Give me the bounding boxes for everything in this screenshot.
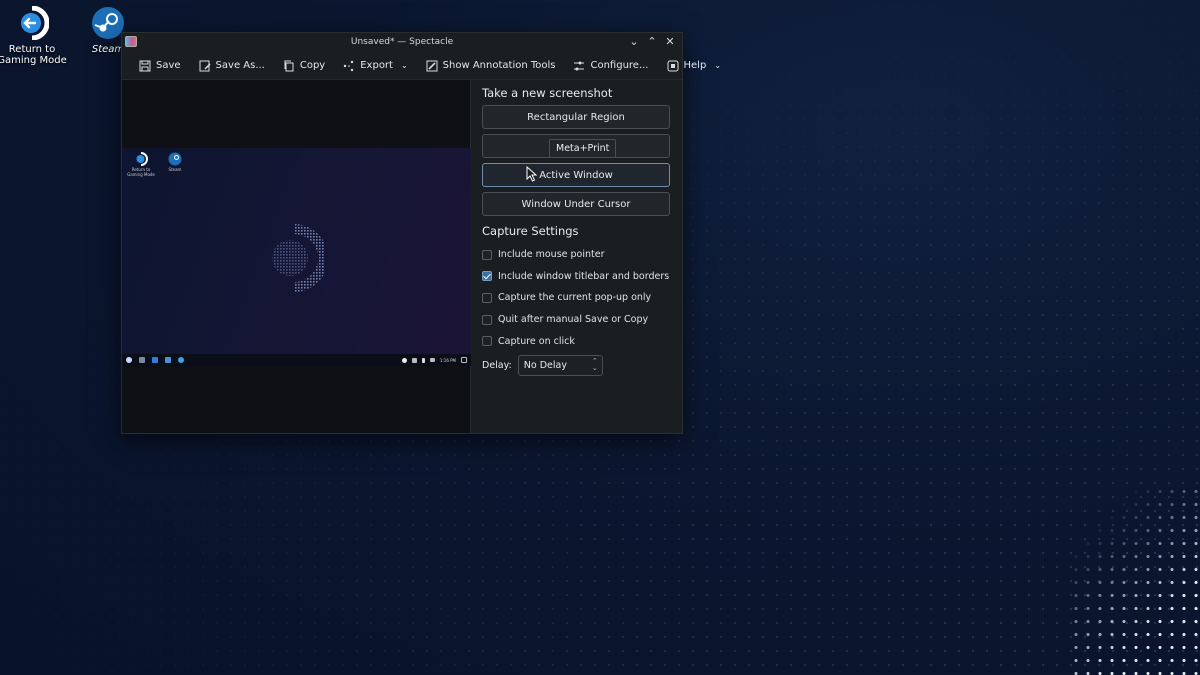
steam-icon (91, 6, 125, 40)
save-as-icon (199, 60, 211, 71)
steamdeck-logo-icon (272, 224, 324, 292)
mini-icon-label: Steam (168, 167, 182, 172)
mini-return-icon: Return to Gaming Mode (126, 152, 156, 177)
show-annotation-tools-button[interactable]: Show Annotation Tools (417, 54, 565, 78)
capture-on-click-checkbox[interactable]: Capture on click (482, 330, 671, 352)
checkbox-box[interactable] (482, 292, 492, 303)
configure-label: Configure... (590, 60, 649, 71)
desktop-icon-label-line1: Return to (8, 44, 56, 55)
checkbox-label: Quit after manual Save or Copy (498, 314, 649, 326)
screenshot-preview[interactable]: Return to Gaming Mode Steam 1:16 PM (122, 80, 471, 433)
configure-button[interactable]: Configure... (564, 54, 657, 78)
toolbar: Save Save As... Copy Export ⌄ Show Annot… (122, 52, 721, 80)
window-title: Unsaved* — Spectacle (350, 37, 454, 47)
window-titlebar[interactable]: Unsaved* — Spectacle ⌄ ⌃ ✕ (122, 33, 682, 52)
quit-after-save-checkbox[interactable]: Quit after manual Save or Copy (482, 309, 671, 331)
mouse-cursor-icon (526, 166, 538, 182)
maximize-button[interactable]: ⌃ (646, 35, 658, 48)
export-button[interactable]: Export ⌄ (334, 54, 416, 78)
checkbox-box-checked[interactable] (482, 271, 492, 282)
help-button[interactable]: Help ⌄ (658, 54, 731, 78)
annotate-label: Show Annotation Tools (442, 60, 556, 71)
chevron-down-icon: ⌄ (400, 61, 408, 70)
desktop-icon-label-line2: Gaming Mode (0, 55, 67, 66)
window-under-cursor-button[interactable]: Window Under Cursor (482, 192, 670, 216)
active-window-button[interactable]: Active Window (482, 163, 670, 187)
help-label: Help (683, 60, 707, 71)
copy-icon (284, 60, 294, 71)
take-screenshot-heading: Take a new screenshot (482, 86, 613, 100)
save-label: Save (156, 60, 181, 71)
include-titlebar-checkbox[interactable]: Include window titlebar and borders (482, 266, 671, 288)
minimize-button[interactable]: ⌄ (628, 35, 640, 48)
preview-clock: 1:16 PM (439, 357, 456, 363)
capture-settings-heading: Capture Settings (482, 224, 579, 238)
checkbox-label: Capture the current pop-up only (498, 292, 652, 304)
save-as-label: Save As... (215, 60, 265, 71)
help-icon (667, 60, 678, 71)
checkbox-label: Capture on click (498, 335, 575, 347)
save-button[interactable]: Save (130, 54, 190, 78)
close-button[interactable]: ✕ (664, 35, 676, 48)
delay-spinbox[interactable]: No Delay ⌃ ⌄ (517, 354, 603, 376)
chevron-down-icon: ⌄ (714, 61, 722, 70)
checkbox-box[interactable] (482, 249, 492, 260)
annotate-icon (426, 60, 438, 71)
delay-value: No Delay (523, 359, 567, 371)
preview-taskbar: 1:16 PM (122, 354, 471, 366)
mini-icon-label: Return to Gaming Mode (127, 167, 155, 177)
save-as-button[interactable]: Save As... (190, 54, 274, 78)
checkbox-box[interactable] (482, 314, 492, 325)
share-icon (344, 60, 354, 71)
popup-only-checkbox[interactable]: Capture the current pop-up only (482, 287, 671, 309)
capture-panel: Take a new screenshot Rectangular Region… (471, 80, 682, 433)
checkbox-label: Include window titlebar and borders (498, 270, 670, 282)
mini-steam-icon: Steam (160, 152, 190, 172)
return-arrow-icon (15, 5, 50, 41)
copy-label: Copy (299, 60, 326, 71)
checkbox-label: Include mouse pointer (498, 249, 605, 261)
delay-label: Delay: (482, 359, 512, 371)
spin-arrows-icon[interactable]: ⌃ ⌄ (592, 357, 598, 372)
include-mouse-pointer-checkbox[interactable]: Include mouse pointer (482, 244, 671, 266)
desktop-dot-highlight (1070, 485, 1200, 675)
copy-button[interactable]: Copy (274, 54, 334, 78)
save-icon (139, 60, 151, 71)
checkbox-box[interactable] (482, 336, 492, 347)
configure-icon (574, 61, 585, 70)
full-screen-button[interactable]: Meta+Print (482, 134, 670, 158)
captured-desktop-image: Return to Gaming Mode Steam 1:16 PM (122, 148, 471, 366)
desktop-icon-return-to-gaming-mode[interactable]: Return to Gaming Mode (0, 2, 72, 66)
shortcut-tooltip: Meta+Print (549, 139, 617, 158)
spectacle-window: Unsaved* — Spectacle ⌄ ⌃ ✕ Save Save As.… (121, 32, 721, 434)
export-label: Export (360, 60, 393, 71)
rectangular-region-button[interactable]: Rectangular Region (482, 105, 670, 129)
